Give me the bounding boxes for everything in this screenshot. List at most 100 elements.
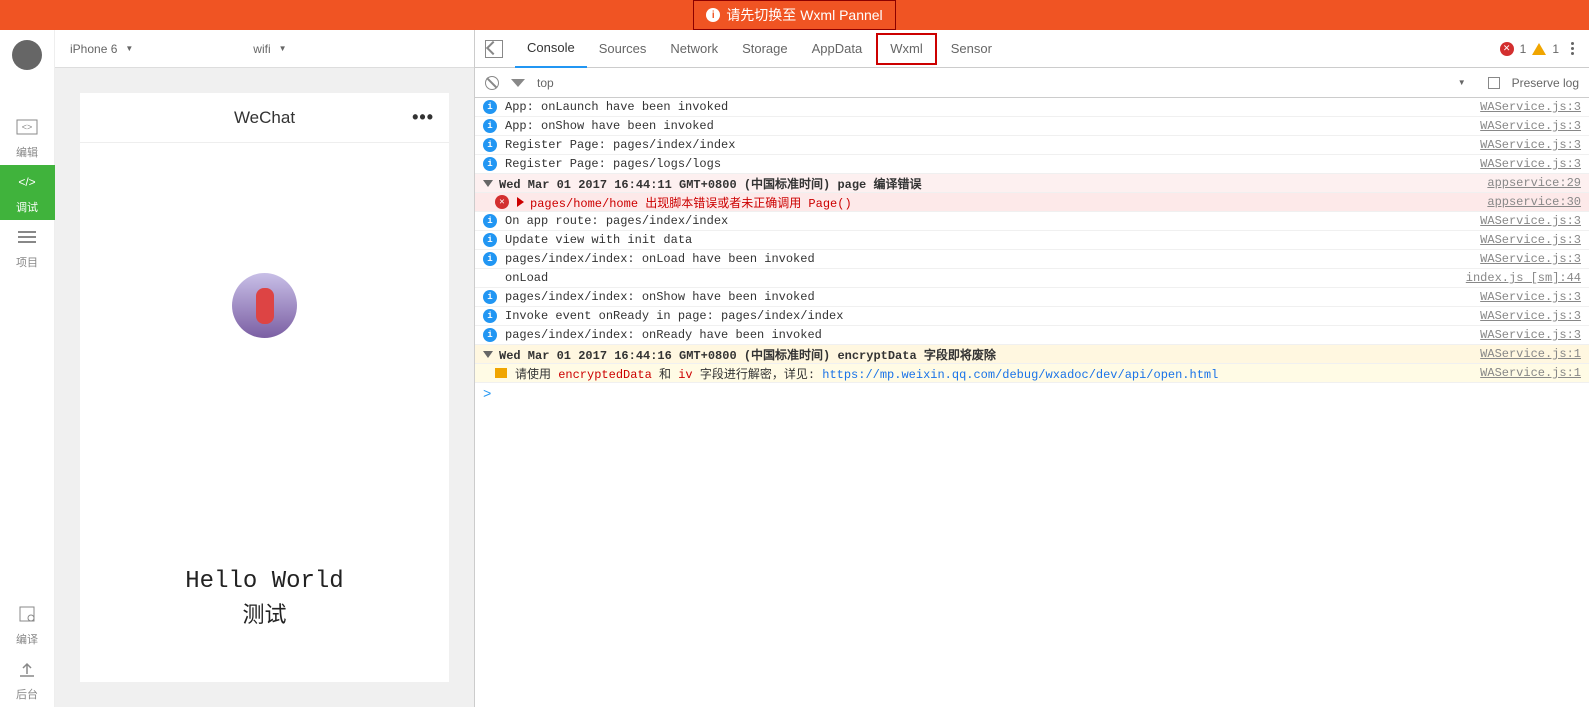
filter-icon[interactable] [511, 79, 525, 87]
app-avatar[interactable] [232, 273, 297, 338]
compile-icon [16, 603, 38, 625]
info-icon: i [483, 252, 497, 266]
clear-console-icon[interactable] [485, 76, 499, 90]
console-filter-bar: top ▼ Preserve log [475, 68, 1589, 98]
info-icon: i [706, 8, 720, 22]
preserve-log-label: Preserve log [1512, 76, 1579, 90]
rail-compile[interactable]: 编译 [0, 597, 55, 652]
source-link[interactable]: WAService.js:3 [1480, 119, 1581, 133]
chevron-down-icon: ▼ [279, 44, 287, 53]
hello-world-text: Hello World [185, 568, 343, 595]
source-link[interactable]: WAService.js:3 [1480, 138, 1581, 152]
rail-label: 编译 [16, 631, 38, 647]
tab-appdata[interactable]: AppData [800, 30, 875, 68]
console-line: ipages/index/index: onShow have been inv… [475, 288, 1589, 307]
error-icon: ✕ [495, 195, 509, 209]
code-icon: <> [16, 116, 38, 138]
collapse-icon[interactable] [483, 351, 493, 358]
info-icon: i [483, 119, 497, 133]
console-line: iOn app route: pages/index/indexWAServic… [475, 212, 1589, 231]
debug-icon: </> [16, 171, 38, 193]
info-icon: i [483, 214, 497, 228]
tab-sensor[interactable]: Sensor [939, 30, 1004, 68]
rail-label: 调试 [16, 199, 38, 215]
tab-storage[interactable]: Storage [730, 30, 800, 68]
source-link[interactable]: WAService.js:1 [1480, 347, 1581, 361]
source-link[interactable]: WAService.js:3 [1480, 214, 1581, 228]
tab-wxml[interactable]: Wxml [876, 33, 937, 65]
console-line: ✕pages/home/home 出现脚本错误或者未正确调用 Page()app… [475, 193, 1589, 212]
kebab-menu-icon[interactable] [1565, 42, 1579, 55]
rail-project[interactable]: 项目 [0, 220, 55, 275]
context-select[interactable]: top [537, 76, 554, 90]
console-line: Wed Mar 01 2017 16:44:16 GMT+0800 (中国标准时… [475, 345, 1589, 364]
console-line: iRegister Page: pages/index/indexWAServi… [475, 136, 1589, 155]
rail-label: 编辑 [16, 144, 38, 160]
console-line: Wed Mar 01 2017 16:44:11 GMT+0800 (中国标准时… [475, 174, 1589, 193]
source-link[interactable]: WAService.js:3 [1480, 309, 1581, 323]
app-title: WeChat [234, 108, 295, 128]
rail-backend[interactable]: 后台 [0, 652, 55, 707]
source-link[interactable]: WAService.js:3 [1480, 157, 1581, 171]
source-link[interactable]: appservice:29 [1487, 176, 1581, 190]
console-output[interactable]: iApp: onLaunch have been invokedWAServic… [475, 98, 1589, 707]
source-link[interactable]: WAService.js:3 [1480, 100, 1581, 114]
banner-highlight: i 请先切换至 Wxml Pannel [693, 0, 895, 30]
source-link[interactable]: WAService.js:3 [1480, 252, 1581, 266]
app-body: Hello World 测试 [80, 143, 449, 682]
console-line: ipages/index/index: onReady have been in… [475, 326, 1589, 345]
console-line: 请使用 encryptedData 和 iv 字段进行解密，详见: https:… [475, 364, 1589, 383]
source-link[interactable]: WAService.js:3 [1480, 290, 1581, 304]
source-link[interactable]: appservice:30 [1487, 195, 1581, 209]
console-line: ipages/index/index: onLoad have been inv… [475, 250, 1589, 269]
network-name: wifi [253, 42, 270, 56]
rail-label: 后台 [16, 686, 38, 702]
left-rail: <> 编辑 </> 调试 项目 编译 后台 [0, 30, 55, 707]
source-link[interactable]: WAService.js:3 [1480, 233, 1581, 247]
info-icon: i [483, 309, 497, 323]
chevron-down-icon: ▼ [125, 44, 133, 53]
console-line: iUpdate view with init dataWAService.js:… [475, 231, 1589, 250]
console-line: iApp: onShow have been invokedWAService.… [475, 117, 1589, 136]
console-line: iApp: onLaunch have been invokedWAServic… [475, 98, 1589, 117]
source-link[interactable]: WAService.js:1 [1480, 366, 1581, 380]
chevron-down-icon[interactable]: ▼ [1458, 78, 1466, 87]
warn-count: 1 [1552, 42, 1559, 56]
simulator-panel: iPhone 6 ▼ wifi ▼ WeChat ••• Hello World… [55, 30, 475, 707]
device-select[interactable]: iPhone 6 ▼ [70, 42, 133, 56]
element-picker-icon[interactable] [485, 40, 503, 58]
simulator-toolbar: iPhone 6 ▼ wifi ▼ [55, 30, 474, 68]
network-select[interactable]: wifi ▼ [253, 42, 286, 56]
devtools-tabs: Console Sources Network Storage AppData … [475, 30, 1589, 68]
console-prompt[interactable]: > [475, 383, 1589, 407]
preserve-log-checkbox[interactable] [1488, 77, 1500, 89]
rail-edit[interactable]: <> 编辑 [0, 110, 55, 165]
info-icon: i [483, 328, 497, 342]
tab-network[interactable]: Network [658, 30, 730, 68]
collapse-icon[interactable] [483, 180, 493, 187]
rail-debug[interactable]: </> 调试 [0, 165, 55, 220]
upload-icon [16, 658, 38, 680]
menu-icon [16, 226, 38, 248]
phone-frame-wrap: WeChat ••• Hello World 测试 [55, 68, 474, 707]
more-icon[interactable]: ••• [412, 107, 434, 128]
error-count-icon[interactable]: ✕ [1500, 42, 1514, 56]
console-line: onLoadindex.js [sm]:44 [475, 269, 1589, 288]
rail-label: 项目 [16, 254, 38, 270]
expand-icon[interactable] [517, 197, 524, 207]
info-icon: i [483, 233, 497, 247]
error-count: 1 [1520, 42, 1527, 56]
source-link[interactable]: index.js [sm]:44 [1466, 271, 1581, 285]
user-avatar[interactable] [12, 40, 42, 70]
phone-frame: WeChat ••• Hello World 测试 [80, 93, 449, 682]
tab-console[interactable]: Console [515, 30, 587, 68]
warn-count-icon[interactable] [1532, 43, 1546, 55]
status-indicators: ✕ 1 1 [1500, 42, 1579, 56]
devtools-panel: Console Sources Network Storage AppData … [475, 30, 1589, 707]
svg-text:</>: </> [18, 175, 35, 189]
source-link[interactable]: WAService.js:3 [1480, 328, 1581, 342]
banner-text: 请先切换至 Wxml Pannel [726, 5, 882, 25]
test-text: 测试 [242, 597, 286, 629]
tab-sources[interactable]: Sources [587, 30, 659, 68]
warn-icon [495, 368, 507, 378]
